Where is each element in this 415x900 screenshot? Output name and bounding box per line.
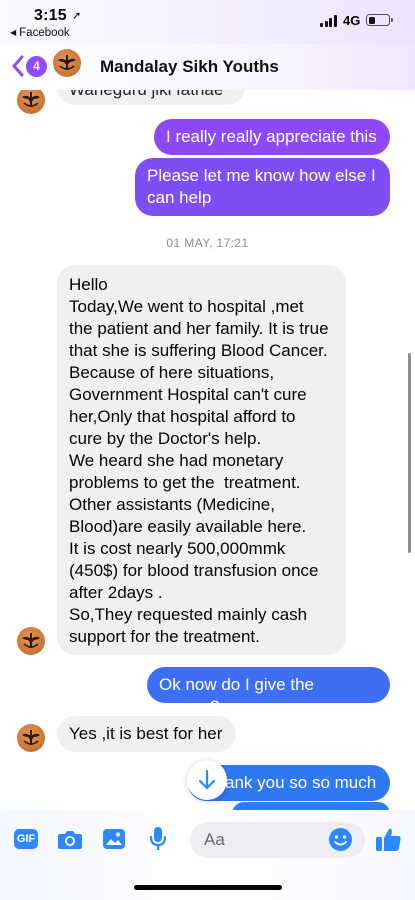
message-line: Blood)are easily available here. <box>69 517 307 536</box>
message-line: So,They requested mainly cash <box>69 605 308 624</box>
emoji-icon[interactable] <box>328 827 353 852</box>
khanda-icon <box>58 55 76 70</box>
unread-count-badge: 4 <box>26 56 47 77</box>
camera-icon[interactable] <box>57 828 83 850</box>
status-bar: 3:15 ➚ ◀ Facebook 4G <box>0 0 415 44</box>
message-line: problems to get the treatment. <box>69 473 301 492</box>
message-line: (450$) for blood transfusion once <box>69 561 319 580</box>
status-time: 3:15 <box>34 7 67 24</box>
back-triangle-icon: ◀ <box>10 28 17 37</box>
arrow-down-icon <box>198 769 216 790</box>
outgoing-message[interactable]: Please let me know how else I can help <box>135 158 390 216</box>
group-avatar[interactable] <box>53 49 81 77</box>
message-timestamp: 01 MAY, 17:21 <box>166 236 249 250</box>
khanda-icon <box>22 92 40 107</box>
sender-avatar <box>17 627 45 655</box>
back-button[interactable]: 4 <box>10 53 50 81</box>
chevron-left-icon <box>12 55 24 77</box>
khanda-icon <box>22 730 40 745</box>
home-indicator <box>134 885 282 890</box>
message-input-placeholder: Aa <box>204 830 225 849</box>
message-line: her,Only that hospital afford to <box>69 407 296 426</box>
scroll-to-bottom-button[interactable] <box>187 760 227 800</box>
sender-avatar <box>17 724 45 752</box>
microphone-icon[interactable] <box>149 826 167 852</box>
gif-label: GIF <box>16 833 36 845</box>
chat-header: 4 Mandalay Sikh Youths <box>0 44 415 90</box>
message-line: Other assistants (Medicine, <box>69 495 275 514</box>
message-line: the patient and her family. It is true <box>69 319 329 338</box>
message-line: We heard she had monetary <box>69 451 284 470</box>
back-app-label: Facebook <box>19 27 70 39</box>
thumbs-up-icon[interactable] <box>375 826 402 852</box>
message-line: cure by the Doctor's help. <box>69 429 262 448</box>
location-arrow-icon: ➚ <box>72 10 82 22</box>
outgoing-message-partial <box>232 802 390 810</box>
signal-icon <box>320 15 338 27</box>
khanda-icon <box>22 633 40 648</box>
sender-avatar <box>17 90 45 114</box>
message-line: that she is suffering Blood Cancer. <box>69 341 328 360</box>
back-to-app-link[interactable]: ◀ Facebook <box>10 27 70 39</box>
chat-title[interactable]: Mandalay Sikh Youths <box>100 57 279 77</box>
message-line: It is cost nearly 500,000mmk <box>69 539 286 558</box>
gif-button[interactable]: GIF <box>14 829 38 849</box>
message-line: support for the treatment. <box>69 627 260 646</box>
outgoing-message[interactable]: Ok now do I give the money? <box>147 667 390 716</box>
message-list[interactable]: Waheguru jiki fathae I really really app… <box>0 90 415 810</box>
battery-icon <box>366 14 393 26</box>
network-type: 4G <box>343 13 361 28</box>
outgoing-message[interactable]: I really really appreciate this <box>154 119 390 155</box>
scroll-indicator[interactable] <box>408 353 411 553</box>
message-line: Hello <box>69 275 108 294</box>
message-line: Because of here situations, <box>69 363 275 382</box>
message-line: Today,We went to hospital ,met <box>69 297 304 316</box>
message-line: Government Hospital can't cure <box>69 385 307 404</box>
photo-gallery-icon[interactable] <box>102 828 126 850</box>
incoming-message[interactable]: Hello Today,We went to hospital ,met the p… <box>57 265 346 655</box>
incoming-message[interactable]: Yes ,it is best for her <box>57 716 236 752</box>
incoming-message[interactable]: Waheguru jiki fathae <box>57 90 245 105</box>
message-line: after 2days . <box>69 583 163 602</box>
